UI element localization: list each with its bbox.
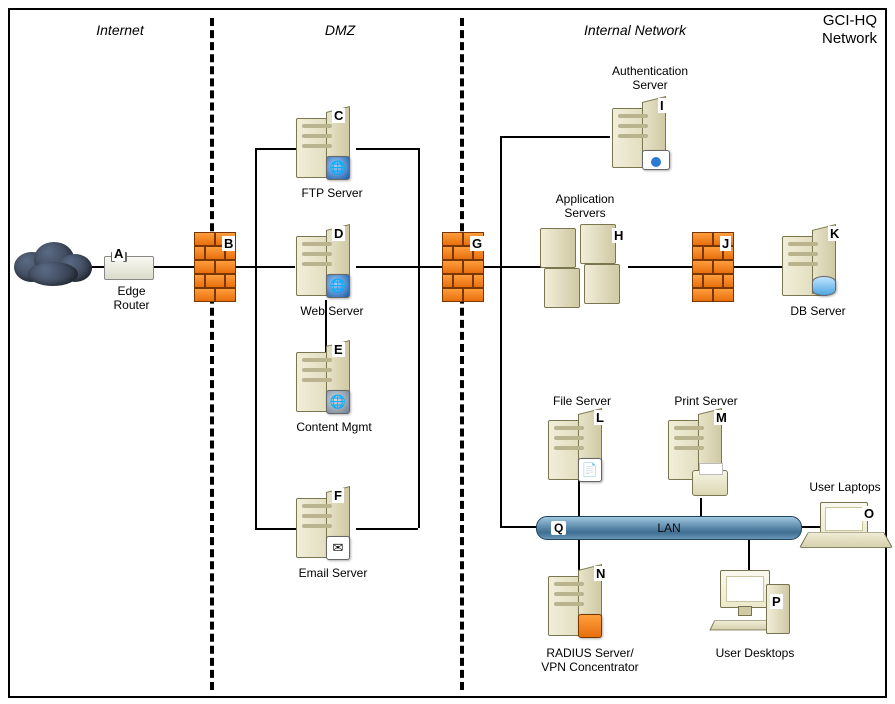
node-ftp-server: 🌐 [296, 110, 356, 176]
tag-C: C [332, 108, 345, 123]
globe-icon: 🌐 [326, 390, 350, 414]
conn-J-K [732, 266, 784, 268]
zone-internal-title: Internal Network [560, 22, 710, 38]
tag-E: E [332, 342, 345, 357]
network-diagram: GCI-HQ Network Internet DMZ Internal Net… [0, 0, 895, 704]
conn-B-junction [235, 266, 257, 268]
label-K: DB Server [778, 304, 858, 318]
label-O: User Laptops [800, 480, 890, 494]
zone-internet-title: Internet [60, 22, 180, 38]
tag-P: P [770, 594, 783, 609]
tag-H: H [612, 228, 625, 243]
label-D: Web Server [292, 304, 372, 318]
tag-I: I [658, 98, 666, 113]
firewall-icon [578, 614, 602, 638]
conn-B-F [255, 528, 297, 530]
conn-G-down [500, 266, 502, 526]
conn-G-up [500, 136, 502, 266]
node-email-server: ✉ [296, 490, 356, 556]
printer-icon [692, 470, 728, 496]
label-Q: LAN [657, 521, 680, 535]
label-H: Application Servers [540, 192, 630, 220]
db-icon [812, 276, 836, 296]
label-C: FTP Server [292, 186, 372, 200]
tag-F: F [332, 488, 344, 503]
globe-icon: 🌐 [326, 274, 350, 298]
tag-A: A [112, 246, 125, 261]
tag-D: D [332, 226, 345, 241]
mail-icon: ✉ [326, 536, 350, 560]
zone-dmz-title: DMZ [300, 22, 380, 38]
tag-M: M [714, 410, 729, 425]
conn-B-vert [255, 148, 257, 528]
tag-J: J [720, 236, 731, 251]
conn-M-Q [700, 498, 702, 518]
card-icon [642, 150, 670, 170]
label-F: Email Server [288, 566, 378, 580]
tag-B: B [222, 236, 235, 251]
tag-K: K [828, 226, 841, 241]
node-lan-bus: Q LAN [536, 516, 802, 540]
tag-G: G [470, 236, 484, 251]
tag-O: O [862, 506, 876, 521]
conn-bus-G [418, 266, 442, 268]
diagram-title: GCI-HQ Network [822, 12, 877, 48]
conn-B-C [255, 148, 297, 150]
conn-L-Q [578, 478, 580, 518]
diagram-title-line2: Network [822, 30, 877, 47]
globe-icon: 🌐 [326, 156, 350, 180]
tag-Q: Q [551, 521, 566, 535]
doc-icon: 📄 [578, 458, 602, 482]
label-M: Print Server [656, 394, 756, 408]
conn-G-Q [500, 526, 538, 528]
conn-G-H [484, 266, 544, 268]
tag-N: N [594, 566, 607, 581]
divider-internet-dmz [210, 18, 214, 690]
divider-dmz-internal [460, 18, 464, 690]
label-P: User Desktops [700, 646, 810, 660]
node-content-mgmt: 🌐 [296, 344, 356, 410]
label-N: RADIUS Server/ VPN Concentrator [520, 646, 660, 674]
conn-D-G [356, 266, 418, 268]
node-web-server: 🌐 [296, 228, 356, 294]
label-A: Edge Router [104, 284, 159, 312]
conn-dmz-rightbus [418, 148, 420, 528]
label-E: Content Mgmt [284, 420, 384, 434]
tag-L: L [594, 410, 606, 425]
conn-H-J [628, 266, 692, 268]
label-L: File Server [542, 394, 622, 408]
conn-G-I [500, 136, 610, 138]
label-I: Authentication Server [590, 64, 710, 92]
conn-F-G [356, 528, 418, 530]
diagram-title-line1: GCI-HQ [823, 12, 877, 29]
conn-A-B [150, 266, 195, 268]
conn-C-G [356, 148, 418, 150]
internet-cloud-icon [14, 238, 94, 288]
